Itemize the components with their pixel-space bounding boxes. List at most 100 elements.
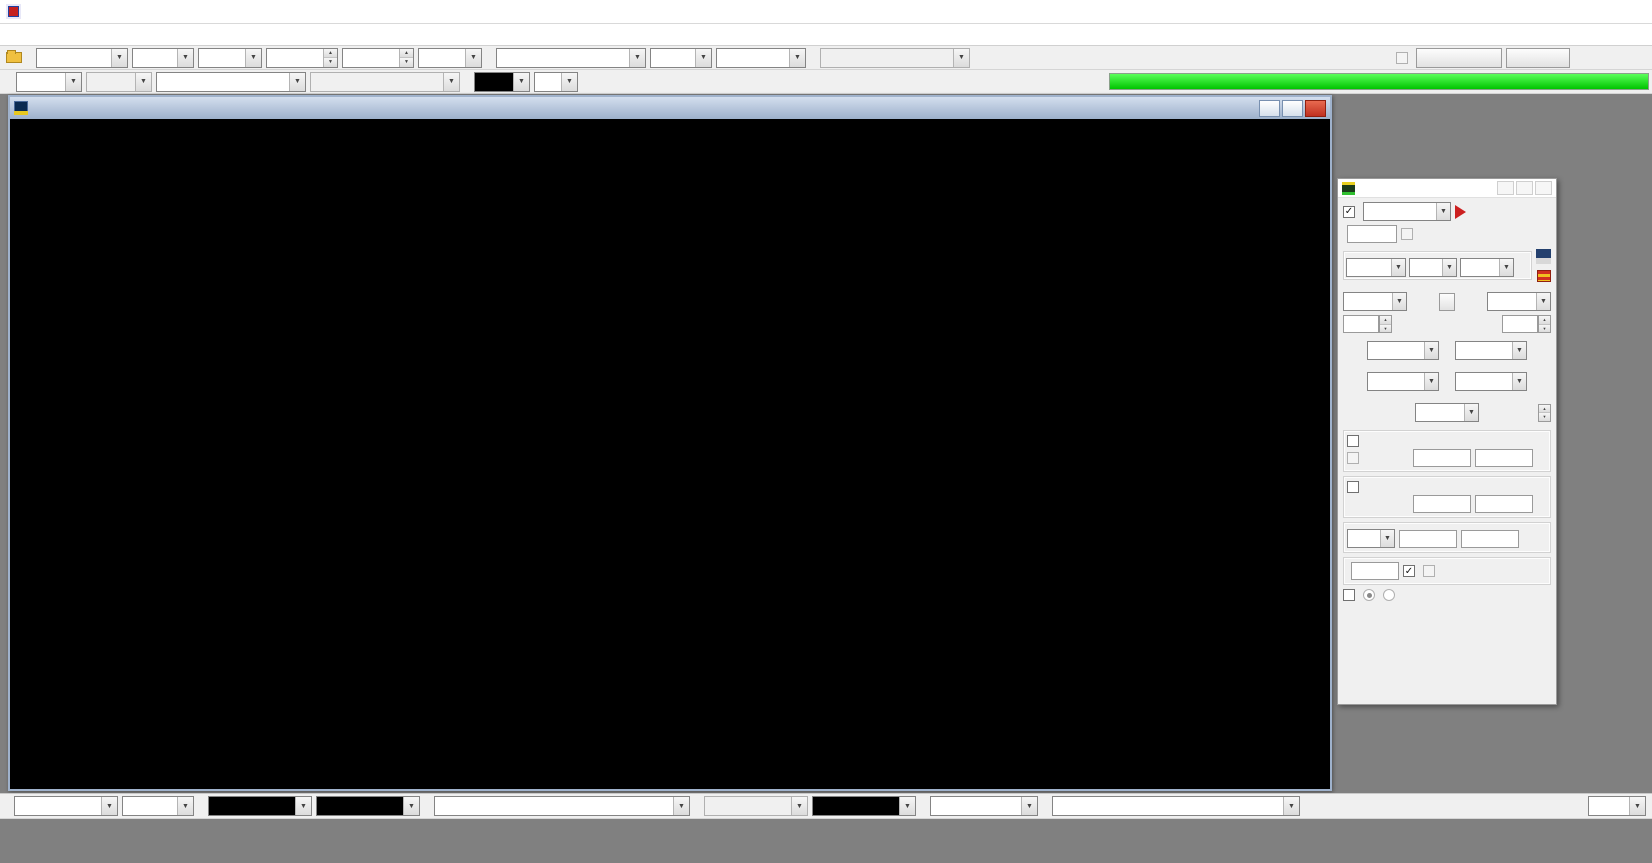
app-window: ▼ ▼ ▼ ▲▼ ▲▼ ▼ ▼ ▼ ▼ ▼ ▼ ▼ ▼ ▼ ▼ ▼ <box>0 0 1652 863</box>
coupling-b-select[interactable]: ▼ <box>86 72 152 92</box>
menu-instrument[interactable] <box>36 24 54 45</box>
waveform-b-select[interactable]: ▼ <box>1487 292 1551 311</box>
minimize-button[interactable] <box>1497 181 1514 195</box>
fade-in-input[interactable] <box>1413 495 1471 513</box>
spin-up-icon[interactable]: ▲ <box>324 49 337 58</box>
title-bar[interactable] <box>0 0 1652 24</box>
spin-down-icon[interactable]: ▼ <box>400 57 413 67</box>
chevron-down-icon: ▼ <box>177 797 193 815</box>
close-button[interactable] <box>1535 181 1552 195</box>
close-button[interactable] <box>1616 0 1652 23</box>
probe-a-select[interactable]: ▼ <box>474 72 530 92</box>
frequency-a-input[interactable]: ▼ <box>1367 341 1439 360</box>
spectrum-plot[interactable] <box>10 145 1334 769</box>
save-icon[interactable] <box>1536 249 1551 264</box>
fade-out-input[interactable] <box>1475 495 1533 513</box>
overlap-select[interactable]: ▼ <box>1588 796 1646 816</box>
menu-setting[interactable] <box>18 24 36 45</box>
dds-checkbox[interactable] <box>1423 565 1439 577</box>
menu-file[interactable] <box>0 24 18 45</box>
gen-sample-rate-select[interactable]: ▼ <box>1346 258 1406 277</box>
trigger-delay-spinner[interactable]: ▲▼ <box>342 48 414 68</box>
phase-lock-checkbox[interactable] <box>1347 452 1409 464</box>
loop-checkbox[interactable] <box>1403 565 1419 577</box>
chevron-down-icon: ▼ <box>1464 404 1478 421</box>
spectrum-analyzer-window <box>8 95 1332 791</box>
spin-down-icon[interactable]: ▼ <box>324 57 337 67</box>
maximize-button[interactable] <box>1580 0 1616 23</box>
maximize-button[interactable] <box>1516 181 1533 195</box>
window-function-select[interactable]: ▼ <box>1052 796 1300 816</box>
dc-offset-a-input[interactable] <box>1343 315 1379 333</box>
minimize-button[interactable] <box>1259 100 1280 117</box>
fade-checkbox[interactable] <box>1347 481 1409 493</box>
signal-generator-titlebar[interactable] <box>1338 179 1556 198</box>
gen-bit-depth-select[interactable]: ▼ <box>1460 258 1514 277</box>
b-processing-select[interactable]: ▼ <box>812 796 916 816</box>
display-mode-select[interactable]: ▼ <box>434 796 690 816</box>
mod-index-input[interactable] <box>1461 530 1519 548</box>
chevron-down-icon: ▼ <box>443 73 459 91</box>
mask-off-input[interactable] <box>1475 449 1533 467</box>
duration-input[interactable] <box>1351 562 1399 580</box>
roll-checkbox[interactable] <box>1396 52 1412 64</box>
range-a-select[interactable]: ▼ <box>156 72 306 92</box>
trigger-edge-select[interactable]: ▼ <box>198 48 262 68</box>
waveform-editor-icon[interactable] <box>1537 270 1551 282</box>
trigger-mode-select[interactable]: ▼ <box>36 48 128 68</box>
hpf-select[interactable]: ▼ <box>418 48 482 68</box>
chevron-down-icon: ▼ <box>465 49 481 67</box>
dc-offset-b-input[interactable] <box>1502 315 1538 333</box>
channel-select[interactable]: ▼ <box>650 48 712 68</box>
mask-checkbox[interactable] <box>1347 435 1409 447</box>
gen-channel-select[interactable]: ▼ <box>1409 258 1457 277</box>
minimize-button[interactable] <box>1544 0 1580 23</box>
dc-offset-a-spinner[interactable]: ▲▼ <box>1379 315 1392 333</box>
loopback-select[interactable]: ▼ <box>1363 202 1451 221</box>
sweep-frequency-radio[interactable] <box>1363 589 1379 601</box>
close-button[interactable] <box>1305 100 1326 117</box>
waveform-a-select[interactable]: ▼ <box>1343 292 1407 311</box>
record-button[interactable] <box>1416 48 1502 68</box>
echo-only-checkbox[interactable] <box>1401 228 1417 240</box>
x-multiplier-select[interactable]: ▼ <box>122 796 194 816</box>
more-waveform-button[interactable] <box>1439 293 1455 311</box>
chevron-down-icon: ▼ <box>1512 342 1526 359</box>
freq-axis-select[interactable]: ▼ <box>14 796 118 816</box>
sweep-amplitude-radio[interactable] <box>1383 589 1399 601</box>
spectrum-window-titlebar[interactable] <box>10 97 1330 119</box>
a-processing-select[interactable]: ▼ <box>316 796 420 816</box>
phase-spinner[interactable]: ▲▼ <box>1538 404 1551 422</box>
trigger-level-spinner[interactable]: ▲▼ <box>266 48 338 68</box>
sample-rate-select[interactable]: ▼ <box>496 48 646 68</box>
menu-help[interactable] <box>72 24 90 45</box>
sweep-checkbox[interactable] <box>1343 589 1359 601</box>
trigger-source-select[interactable]: ▼ <box>132 48 194 68</box>
probe-b-select[interactable]: ▼ <box>534 72 578 92</box>
bit-depth-select[interactable]: ▼ <box>716 48 806 68</box>
fft-size-select[interactable]: ▼ <box>930 796 1038 816</box>
b-range-select[interactable]: ▼ <box>704 796 808 816</box>
start-osc-input[interactable] <box>1347 225 1397 243</box>
carrier-input[interactable] <box>1399 530 1457 548</box>
mask-on-input[interactable] <box>1413 449 1471 467</box>
coupling-a-select[interactable]: ▼ <box>16 72 82 92</box>
phase-difference-select[interactable]: ▼ <box>1415 403 1479 422</box>
point-count-select[interactable]: ▼ <box>820 48 970 68</box>
menu-window[interactable] <box>54 24 72 45</box>
amplitude-b-input[interactable]: ▼ <box>1455 372 1527 391</box>
range-b-select[interactable]: ▼ <box>310 72 460 92</box>
amplitude-a-input[interactable]: ▼ <box>1367 372 1439 391</box>
chevron-down-icon: ▼ <box>953 49 969 67</box>
dc-offset-b-spinner[interactable]: ▲▼ <box>1538 315 1551 333</box>
trigger-icon[interactable] <box>6 52 22 63</box>
spin-up-icon[interactable]: ▲ <box>400 49 413 58</box>
restore-button[interactable] <box>1282 100 1303 117</box>
a-range-select[interactable]: ▼ <box>208 796 312 816</box>
menu-bar <box>0 24 1652 46</box>
show-editor-checkbox[interactable] <box>1343 206 1359 218</box>
modulation-type-select[interactable]: ▼ <box>1347 529 1395 548</box>
start-output-button[interactable] <box>1455 205 1466 219</box>
frequency-b-input[interactable]: ▼ <box>1455 341 1527 360</box>
auto-button[interactable] <box>1506 48 1570 68</box>
